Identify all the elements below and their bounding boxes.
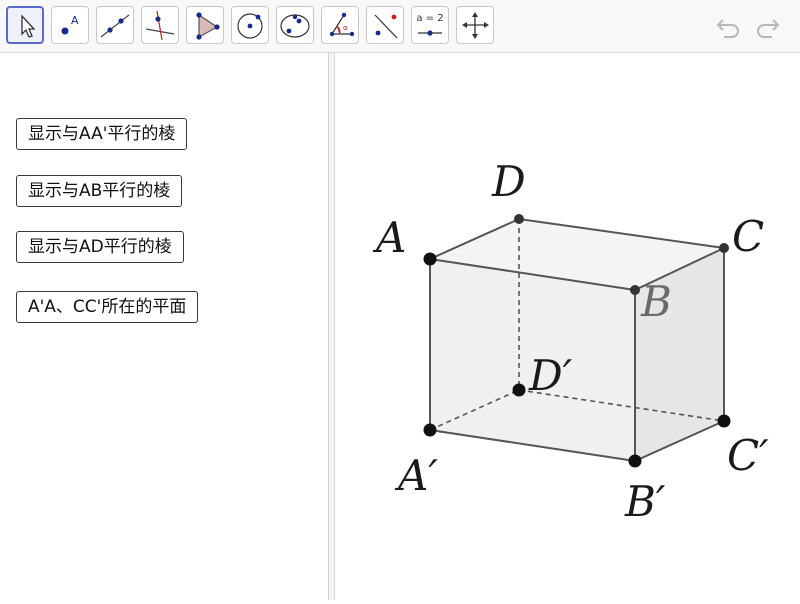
label-a1: A′ — [394, 451, 438, 500]
label-d: D — [491, 157, 526, 206]
show-edges-parallel-aa1-button[interactable]: 显示与AA'平行的棱 — [16, 118, 188, 150]
redo-button[interactable] — [752, 12, 782, 40]
redo-icon — [757, 19, 780, 38]
svg-text:α: α — [343, 24, 348, 32]
label-b: B — [640, 277, 672, 326]
slider-tool-icon — [418, 30, 442, 36]
svg-text:A: A — [71, 14, 79, 27]
show-edges-parallel-ad-button[interactable]: 显示与AD平行的棱 — [16, 231, 184, 263]
perpendicular-line-tool-button[interactable] — [141, 6, 179, 44]
reflect-tool-button[interactable] — [366, 6, 404, 44]
line-tool-button[interactable] — [96, 6, 134, 44]
line-tool-icon — [100, 14, 130, 38]
point-b1[interactable] — [628, 454, 642, 468]
toolbar: A α a = 2 — [0, 0, 800, 53]
perpendicular-line-tool-icon — [145, 10, 175, 41]
angle-tool-icon: α — [329, 12, 355, 37]
point-tool-icon: A — [61, 14, 79, 35]
point-c[interactable] — [719, 243, 729, 253]
move-tool-icon — [21, 14, 36, 38]
angle-tool-button[interactable]: α — [321, 6, 359, 44]
slider-tool-button[interactable]: a = 2 — [411, 6, 449, 44]
move-tool-button[interactable] — [6, 6, 44, 44]
ellipse-tool-icon — [280, 14, 310, 38]
circle-tool-icon — [237, 13, 263, 39]
graphics-view[interactable]: A B C D A′ B′ C′ D′ — [335, 53, 800, 600]
undo-icon — [716, 19, 739, 38]
view-divider[interactable] — [328, 53, 335, 600]
show-edges-parallel-ab-button[interactable]: 显示与AB平行的棱 — [16, 175, 183, 207]
label-b1: B′ — [624, 477, 666, 526]
move-graphics-view-icon — [462, 12, 489, 39]
point-tool-button[interactable]: A — [51, 6, 89, 44]
point-d1[interactable] — [512, 383, 526, 397]
label-d1: D′ — [528, 351, 573, 400]
circle-tool-button[interactable] — [231, 6, 269, 44]
point-a[interactable] — [423, 252, 437, 266]
polygon-tool-icon — [196, 12, 220, 40]
ellipse-tool-button[interactable] — [276, 6, 314, 44]
label-c: C — [732, 212, 764, 261]
point-d[interactable] — [514, 214, 524, 224]
reflect-tool-icon — [374, 14, 398, 39]
label-c1: C′ — [727, 431, 769, 480]
undo-button[interactable] — [714, 12, 744, 40]
polygon-tool-button[interactable] — [186, 6, 224, 44]
move-graphics-view-button[interactable] — [456, 6, 494, 44]
show-planes-aa1-cc1-button[interactable]: A'A、CC'所在的平面 — [16, 291, 199, 323]
algebra-view: 显示与AA'平行的棱 显示与AB平行的棱 显示与AD平行的棱 A'A、CC'所在… — [0, 53, 328, 600]
cuboid-figure: A B C D A′ B′ C′ D′ — [372, 157, 769, 526]
label-a: A — [372, 213, 406, 262]
point-b[interactable] — [630, 285, 640, 295]
point-c1[interactable] — [717, 414, 731, 428]
point-a1[interactable] — [423, 423, 437, 437]
